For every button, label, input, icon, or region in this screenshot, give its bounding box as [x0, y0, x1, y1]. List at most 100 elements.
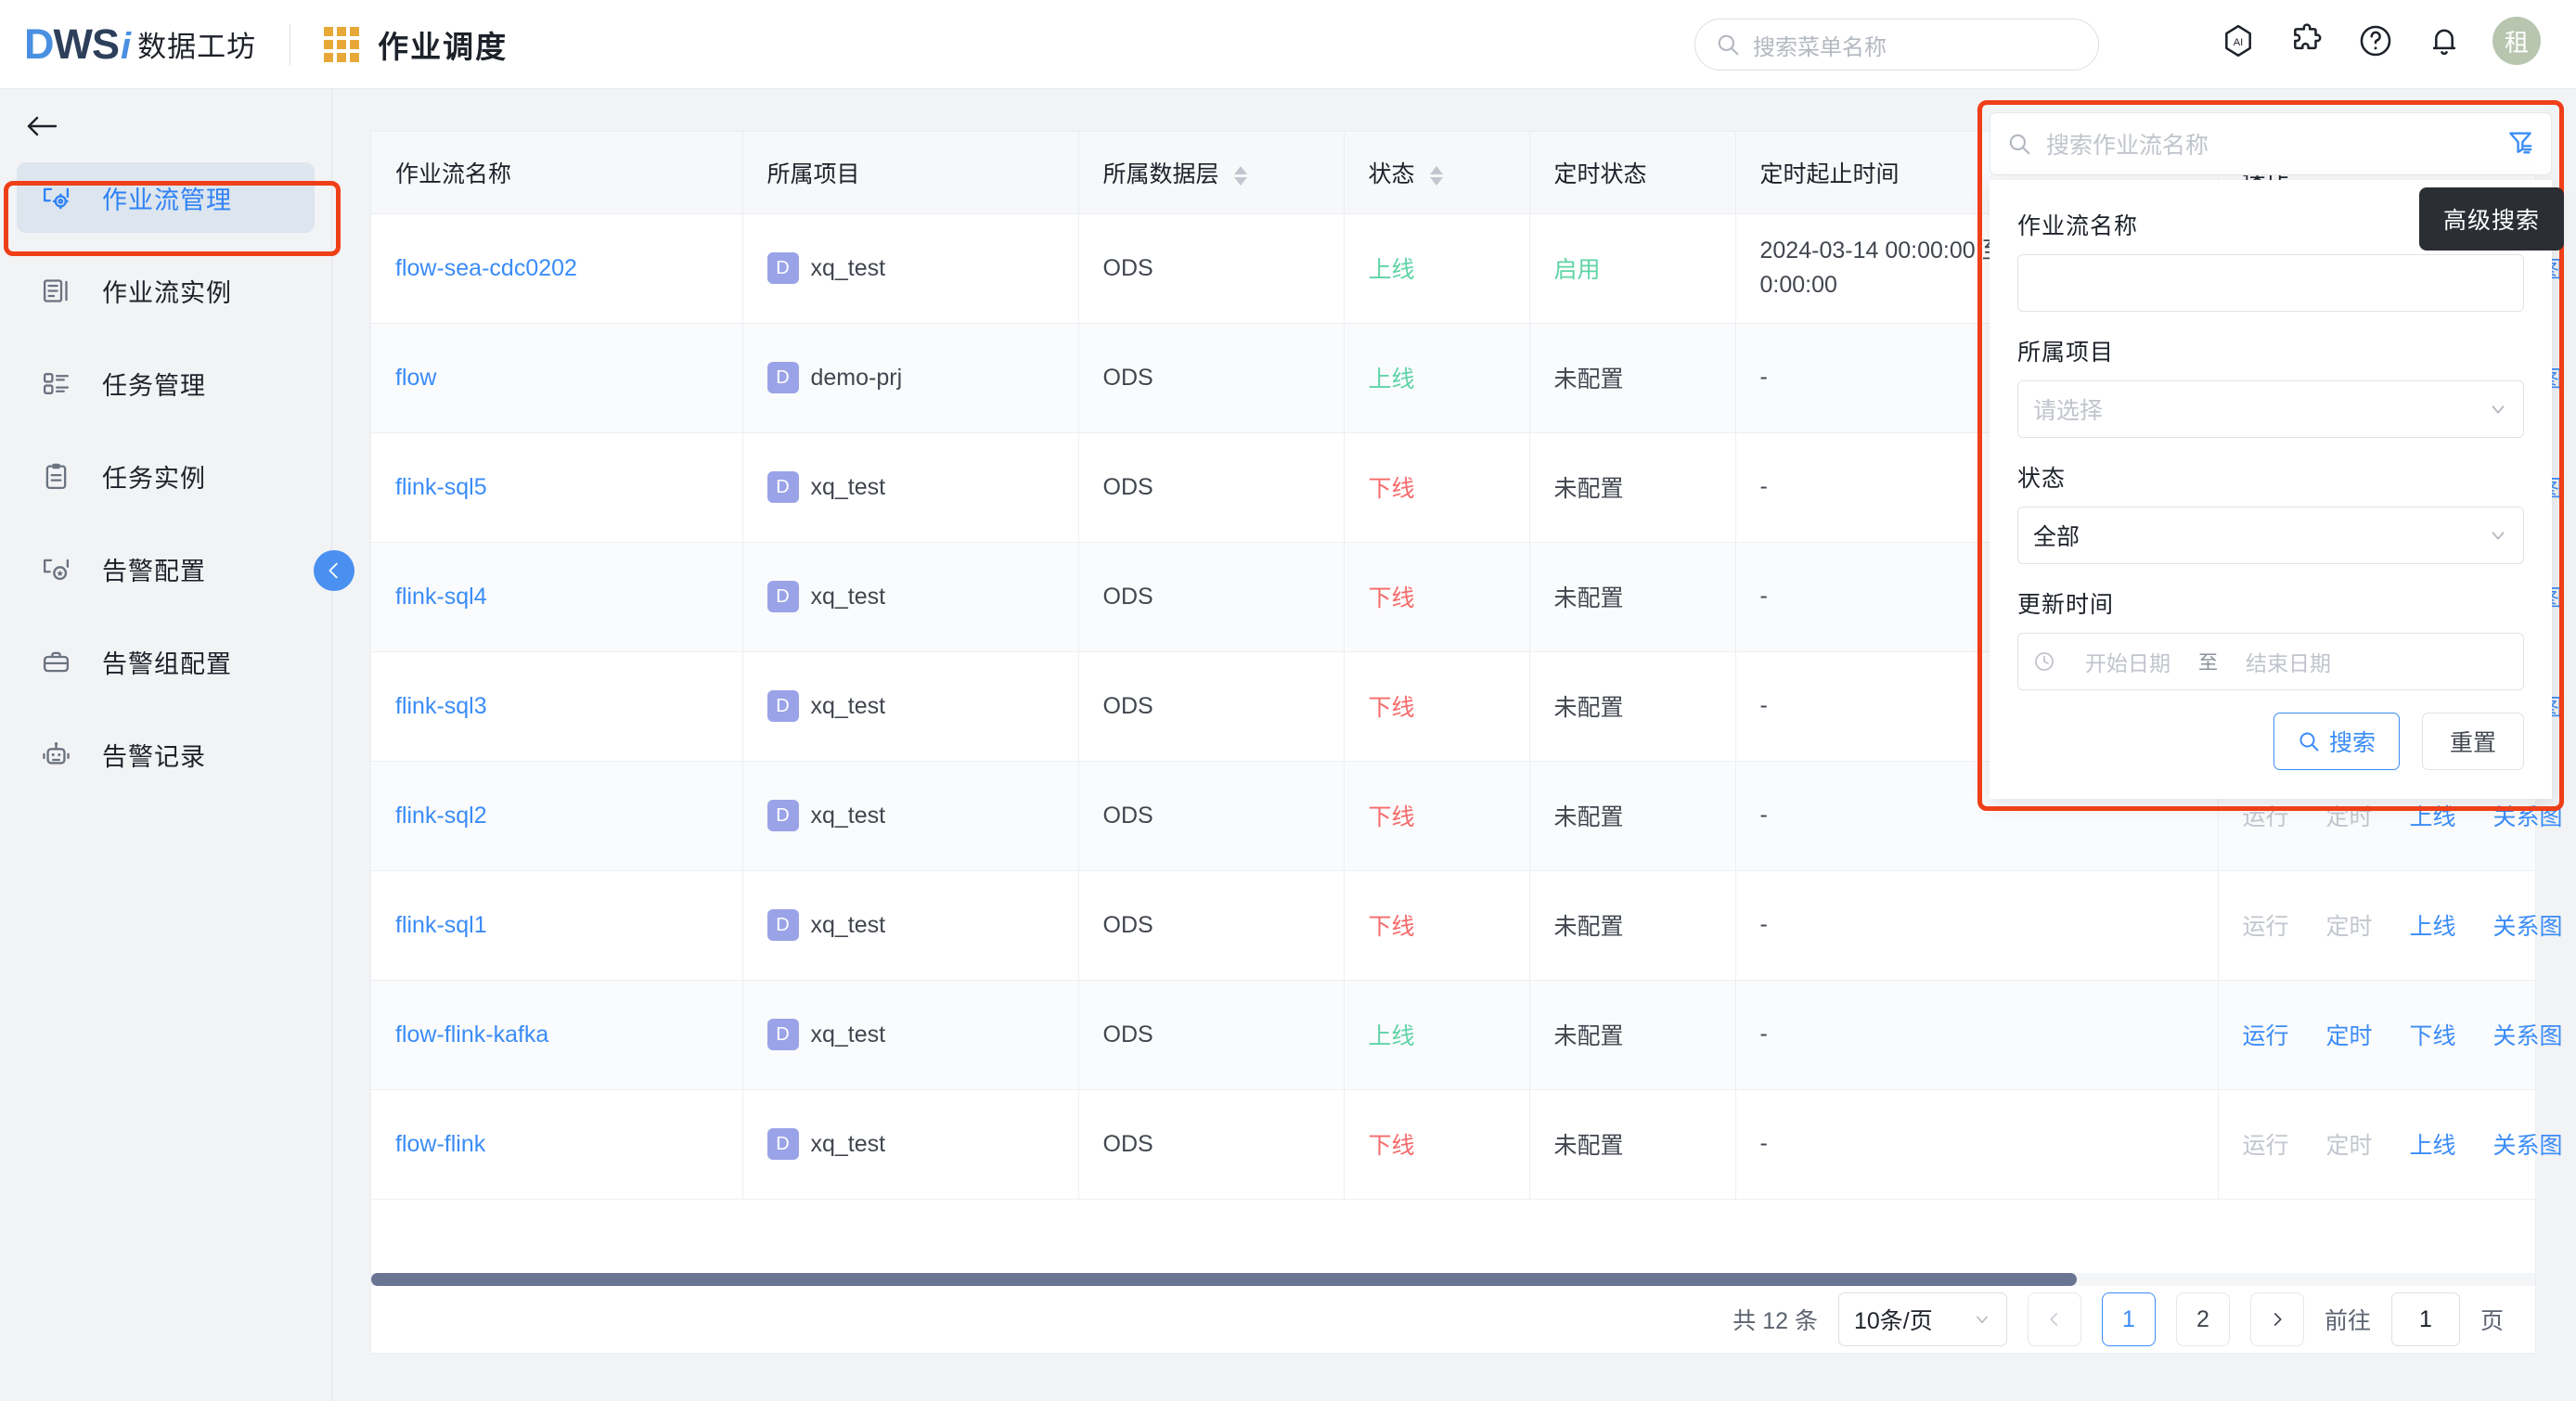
sidebar-item-task-management[interactable]: 任务管理 — [17, 348, 315, 418]
pagination-next-button[interactable] — [2249, 1292, 2304, 1346]
cell-project: Ddemo-prj — [742, 323, 1079, 433]
sort-icon[interactable] — [1234, 165, 1248, 186]
schedule-status-badge: 未配置 — [1553, 366, 1624, 392]
flow-name-link[interactable]: flow-flink-kafka — [395, 1022, 548, 1048]
cell-data-layer: ODS — [1078, 870, 1345, 981]
cell-project: Dxq_test — [742, 870, 1079, 981]
flow-name-field[interactable] — [2017, 254, 2524, 312]
status-badge: 下线 — [1368, 1133, 1415, 1159]
cell-status: 下线 — [1344, 870, 1530, 981]
flow-name-link[interactable]: flink-sql1 — [395, 912, 487, 938]
schedule-status-badge: 未配置 — [1553, 914, 1624, 940]
field-label: 更新时间 — [2017, 592, 2115, 618]
flow-name-link[interactable]: flink-sql5 — [395, 474, 487, 500]
cell-status: 上线 — [1344, 323, 1530, 433]
row-action-关系图[interactable]: 关系图 — [2493, 908, 2563, 942]
col-header-status[interactable]: 状态 — [1344, 132, 1530, 214]
status-badge: 下线 — [1368, 695, 1415, 721]
scrollbar-thumb[interactable] — [371, 1273, 2077, 1286]
cell-status: 下线 — [1344, 432, 1530, 543]
search-icon — [2299, 732, 2319, 752]
row-action-定时[interactable]: 定时 — [2326, 1018, 2373, 1051]
row-action-上线[interactable]: 上线 — [2410, 1127, 2456, 1161]
table-row[interactable]: flow-flink-kafka Dxq_test ODS 上线 未配置 - 运行 定时 下线关… — [371, 980, 2563, 1090]
pagination-prev-button[interactable] — [2027, 1292, 2081, 1346]
schedule-status-badge: 未配置 — [1553, 695, 1624, 721]
filter-icon[interactable] — [2506, 128, 2534, 161]
flow-name-link[interactable]: flow — [395, 365, 436, 391]
sidebar-item-alert-group-config[interactable]: 告警组配置 — [17, 626, 315, 697]
project-select[interactable]: 请选择 — [2017, 380, 2524, 438]
row-action-上线[interactable]: 上线 — [2410, 908, 2456, 942]
logo-letter-i: i — [121, 25, 132, 67]
flow-name-link[interactable]: flink-sql2 — [395, 803, 487, 829]
update-time-range-picker[interactable]: 开始日期 至 结束日期 — [2017, 633, 2524, 690]
col-header-data-layer[interactable]: 所属数据层 — [1078, 132, 1345, 214]
flow-name-link[interactable]: flink-sql4 — [395, 584, 487, 610]
flow-name-link[interactable]: flow-flink — [395, 1131, 485, 1157]
table-row[interactable]: flink-sql1Dxq_testODS下线未配置-运行定时上线关系图删除 — [371, 870, 2563, 981]
col-header-label: 状态 — [1368, 161, 1415, 187]
cell-schedule-time: - — [1735, 870, 2219, 981]
col-header-label: 作业流名称 — [395, 161, 512, 187]
cell-schedule-status: 未配置 — [1529, 323, 1736, 433]
table-horizontal-scrollbar[interactable] — [371, 1273, 2535, 1286]
sidebar-item-workflow-management[interactable]: 作业流管理 — [17, 162, 315, 233]
sidebar-item-alert-record[interactable]: 告警记录 — [17, 719, 315, 790]
field-status: 状态 全部 — [2017, 460, 2524, 564]
sidebar-item-task-instance[interactable]: 任务实例 — [17, 441, 315, 511]
row-action-运行[interactable]: 运行 — [2243, 1018, 2289, 1051]
pagination-page-2[interactable]: 2 — [2175, 1292, 2230, 1346]
row-action-运行: 运行 — [2242, 804, 2289, 830]
menu-search-placeholder: 搜索菜单名称 — [1753, 34, 1887, 60]
status-select[interactable]: 全部 — [2017, 507, 2524, 564]
top-bar: D WS i 数据工坊 作业调度 搜索菜单名称 AI 租 — [0, 0, 2576, 89]
help-icon[interactable] — [2355, 20, 2396, 61]
puzzle-icon[interactable] — [2286, 20, 2327, 61]
sidebar-item-workflow-instance[interactable]: 作业流实例 — [17, 255, 315, 326]
cell-project: Dxq_test — [742, 761, 1079, 871]
project-name: xq_test — [810, 583, 886, 610]
row-action-下线[interactable]: 下线 — [2410, 1018, 2456, 1051]
cell-flow-name: flink-sql4 — [371, 542, 743, 652]
pagination-jump-unit: 页 — [2479, 1308, 2504, 1334]
pagination-jump-input[interactable] — [2390, 1292, 2460, 1346]
brand-logo[interactable]: D WS i 数据工坊 作业调度 — [0, 20, 508, 69]
ai-icon[interactable]: AI — [2218, 20, 2259, 61]
page-size-select[interactable]: 10条/页 — [1837, 1292, 2007, 1346]
table-row[interactable]: flow-flinkDxq_testODS下线未配置-运行定时上线关系图删除 — [371, 1089, 2563, 1200]
sort-icon[interactable] — [1430, 165, 1444, 186]
pagination-page-1[interactable]: 1 — [2101, 1292, 2156, 1346]
menu-search-input[interactable]: 搜索菜单名称 — [1694, 19, 2099, 71]
app-grid-icon[interactable] — [324, 26, 360, 62]
cell-schedule-status: 未配置 — [1529, 542, 1736, 652]
project-wrapper: Dxq_test — [766, 471, 1078, 503]
cell-flow-name: flow-flink-kafka — [371, 980, 743, 1090]
avatar[interactable]: 租 — [2492, 17, 2541, 65]
workflow-search-input[interactable]: 搜索作业流名称 — [1990, 112, 2552, 175]
robot-icon — [41, 739, 78, 770]
row-action-上线[interactable]: 上线 — [2410, 799, 2456, 832]
row-action-关系图[interactable]: 关系图 — [2493, 1018, 2563, 1051]
cell-status: 下线 — [1344, 651, 1530, 762]
project-wrapper: Dxq_test — [766, 909, 1078, 941]
sidebar-item-alert-config[interactable]: 告警配置 — [17, 533, 315, 604]
schedule-status-badge: 未配置 — [1553, 476, 1624, 502]
back-button[interactable] — [0, 89, 65, 157]
sidebar-menu: 作业流管理 作业流实例 任务管理 任务实例 告警配置 告警组配置 告警记录 — [0, 157, 331, 790]
row-action-关系图[interactable]: 关系图 — [2493, 799, 2563, 832]
chevron-down-icon — [1977, 1316, 1988, 1324]
reset-button[interactable]: 重置 — [2422, 713, 2524, 770]
search-button[interactable]: 搜索 — [2273, 713, 2400, 770]
cell-data-layer: ODS — [1078, 651, 1345, 762]
sidebar-collapse-button[interactable] — [314, 550, 354, 591]
cell-project: Dxq_test — [742, 651, 1079, 762]
row-action-关系图[interactable]: 关系图 — [2493, 1127, 2563, 1161]
col-header-schedule-status: 定时状态 — [1529, 132, 1736, 214]
flow-name-link[interactable]: flow-sea-cdc0202 — [395, 255, 577, 281]
bell-icon[interactable] — [2424, 20, 2465, 61]
project-wrapper: Dxq_test — [766, 800, 1078, 831]
flow-name-link[interactable]: flink-sql3 — [395, 693, 487, 719]
status-badge: 上线 — [1368, 257, 1415, 283]
cell-schedule-time: - — [1735, 1089, 2219, 1200]
